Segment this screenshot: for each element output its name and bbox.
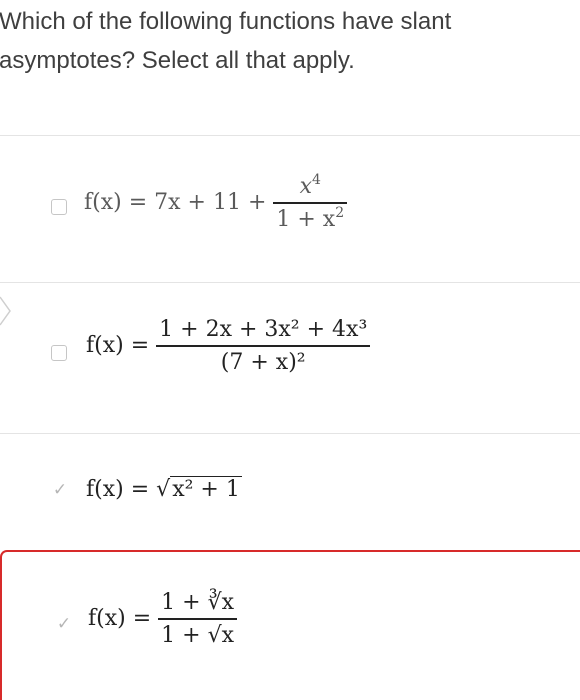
question-prompt: Which of the following functions have sl…	[0, 8, 452, 74]
option-1-lhs: f(x) = 7x + 11 +	[84, 189, 267, 215]
question-page: Which of the following functions have sl…	[0, 0, 580, 700]
checkbox-icon[interactable]	[51, 199, 67, 215]
option-2-fraction: 1 + 2x + 3x² + 4x³ (7 + x)²	[156, 317, 371, 375]
option-4-numerator: 1 + ∛x	[161, 590, 234, 615]
checkmark-icon[interactable]: ✓	[51, 481, 69, 499]
option-1-denominator: 1 + x	[276, 206, 336, 232]
option-3-lhs: f(x) =	[86, 477, 150, 502]
option-4-denominator: 1 + √x	[161, 622, 234, 648]
checkmark-icon[interactable]: ✓	[55, 615, 73, 633]
option-4-fraction: 1 + ∛x 1 + √x	[158, 590, 237, 648]
option-4-lhs: f(x) =	[88, 605, 152, 631]
option-3-sqrt: √x² + 1	[156, 476, 242, 502]
option-2-denominator: (7 + x)²	[220, 349, 306, 375]
option-1-numerator-exponent: 4	[312, 172, 321, 188]
option-1-formula: f(x) = 7x + 11 + x4 1 + x2	[84, 172, 348, 232]
answer-option-1[interactable]: f(x) = 7x + 11 + x4 1 + x2	[0, 136, 580, 282]
option-2-formula: f(x) = 1 + 2x + 3x² + 4x³ (7 + x)²	[86, 317, 371, 375]
answer-option-4[interactable]: ✓ f(x) = 1 + ∛x 1 + √x	[0, 550, 580, 700]
option-1-fraction: x4 1 + x2	[273, 172, 348, 232]
option-1-numerator: x	[299, 174, 313, 199]
option-4-formula: f(x) = 1 + ∛x 1 + √x	[88, 590, 237, 648]
answer-option-2[interactable]: f(x) = 1 + 2x + 3x² + 4x³ (7 + x)²	[0, 283, 580, 433]
option-3-radicand: x² + 1	[170, 476, 242, 502]
option-3-formula: f(x) = √x² + 1	[86, 476, 242, 502]
checkbox-icon[interactable]	[51, 345, 67, 361]
option-1-denominator-exponent: 2	[335, 204, 345, 221]
answer-option-3[interactable]: ✓ f(x) = √x² + 1	[0, 434, 580, 550]
option-2-lhs: f(x) =	[86, 332, 150, 358]
option-2-numerator: 1 + 2x + 3x² + 4x³	[159, 317, 368, 342]
